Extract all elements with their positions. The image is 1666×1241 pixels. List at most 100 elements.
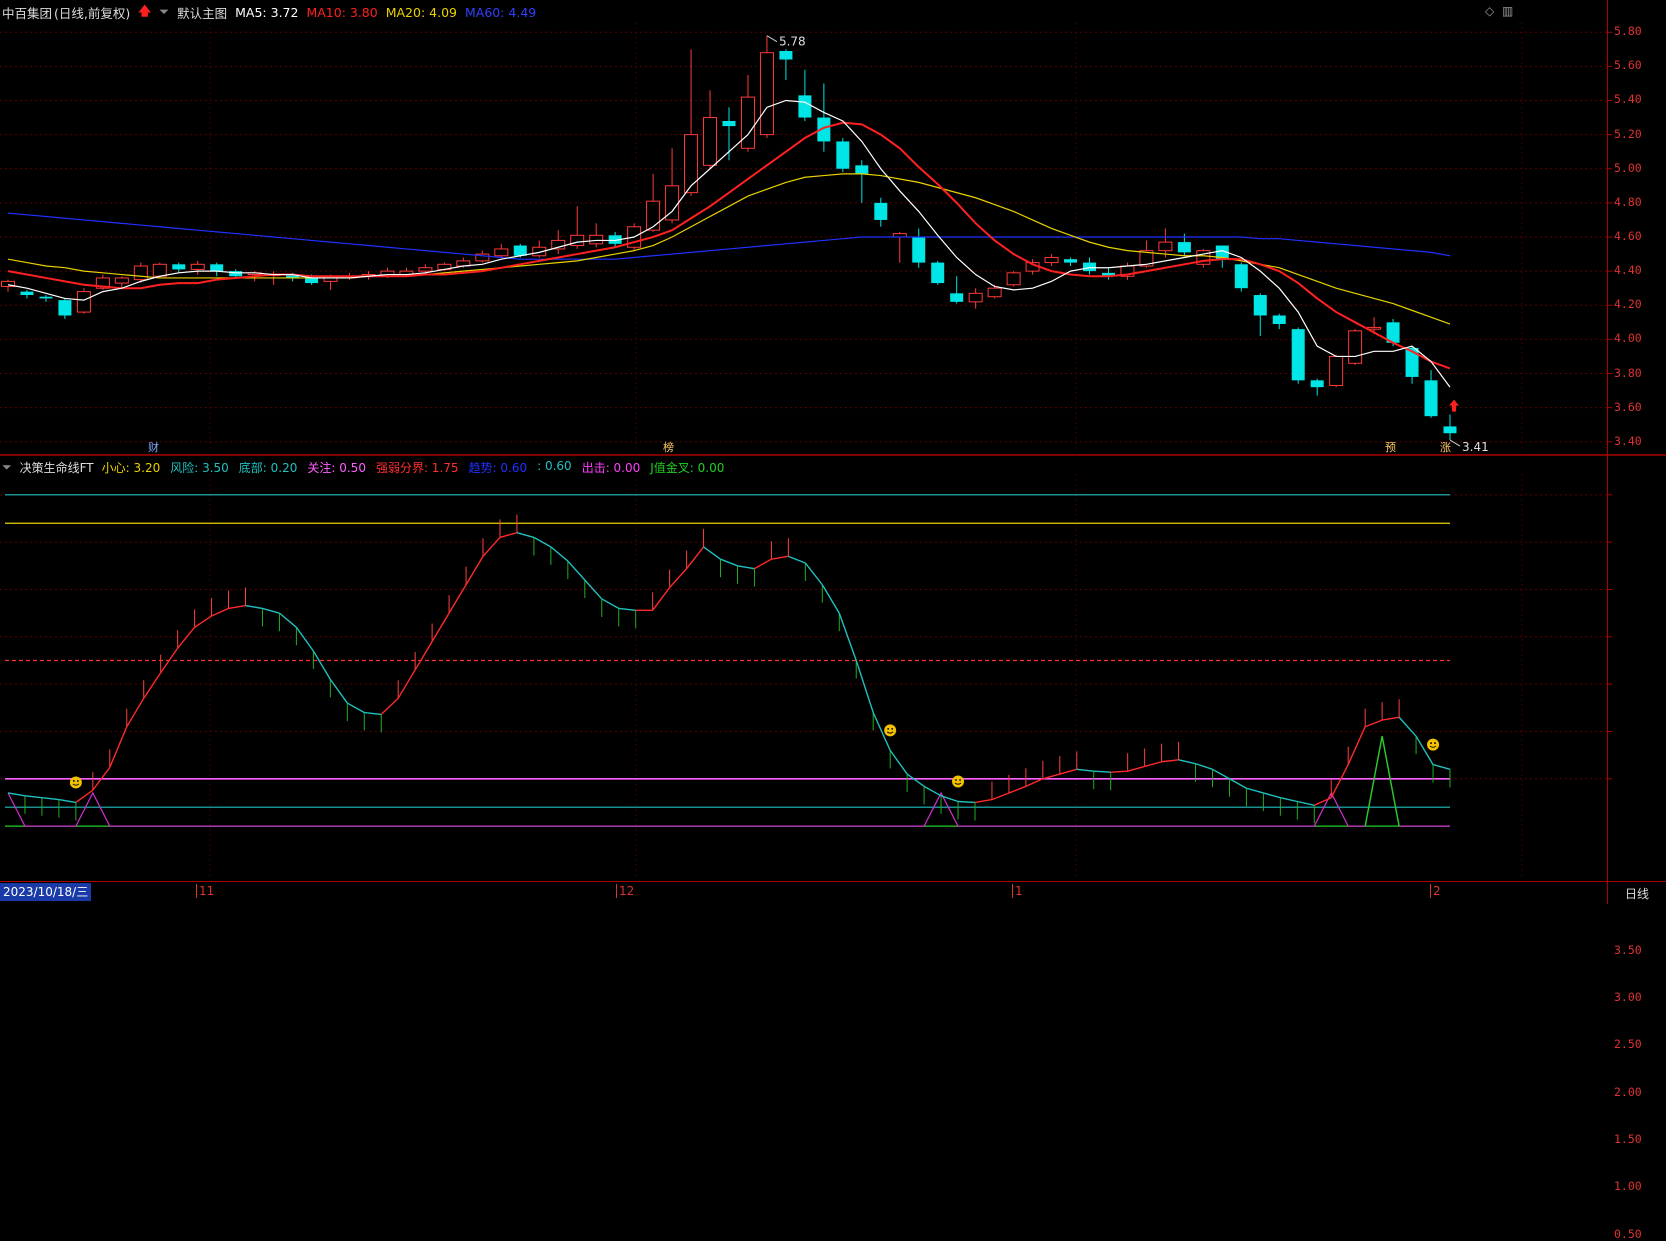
lifeline-segment bbox=[75, 789, 94, 804]
lifeline-segment bbox=[245, 604, 263, 610]
candle-body-down bbox=[1424, 380, 1438, 417]
candle-body-up bbox=[968, 292, 983, 303]
candle-body-down bbox=[1234, 264, 1248, 289]
main-chart-panel[interactable]: 中百集团 (日线,前复权) 🡅 ⏷ 默认主图 MA5: 3.72 MA10: 3… bbox=[0, 0, 1666, 456]
indicator-tick-label: 1.50 bbox=[1614, 1132, 1642, 1147]
lifeline-segment bbox=[669, 568, 688, 589]
candle-body-down bbox=[58, 300, 72, 316]
candlestick-chart: 5.78 3.41 bbox=[0, 22, 1666, 456]
candle-body-up bbox=[1348, 330, 1363, 364]
candle-body-down bbox=[1272, 315, 1286, 325]
candle-body-down bbox=[39, 296, 53, 299]
lifeline-segment bbox=[109, 726, 128, 768]
candle-body-up bbox=[570, 234, 585, 247]
lifeline-segment bbox=[1382, 716, 1400, 721]
smiley-face bbox=[884, 724, 897, 737]
candle-body-down bbox=[855, 165, 869, 174]
candle-body-up bbox=[418, 267, 433, 272]
candle-body-down bbox=[874, 202, 888, 220]
indicator-tick-label: 2.50 bbox=[1614, 1037, 1642, 1052]
lifeline-segment bbox=[1127, 765, 1145, 772]
lifeline-segment bbox=[1364, 719, 1383, 728]
period-button[interactable]: 日线 bbox=[1607, 882, 1666, 904]
candle-body-up bbox=[494, 248, 509, 257]
lifeline-segment bbox=[7, 792, 26, 797]
lifeline-segment bbox=[1093, 770, 1111, 773]
smiley-eye bbox=[891, 727, 894, 730]
lifeline-segment bbox=[1229, 778, 1247, 789]
candle-body-down bbox=[20, 291, 34, 296]
smiley-eye bbox=[76, 780, 79, 782]
lifeline-segment bbox=[58, 798, 76, 804]
lifeline-segment bbox=[754, 558, 772, 570]
indicator-chart bbox=[0, 474, 1612, 878]
lifeline-segment bbox=[618, 607, 636, 611]
lifeline-segment bbox=[957, 800, 976, 804]
candle-body-up bbox=[1367, 326, 1382, 330]
candle-body-down bbox=[1253, 295, 1267, 316]
lifeline-segment bbox=[24, 795, 43, 799]
lifeline-segment bbox=[143, 672, 162, 699]
price-tick-label: 5.60 bbox=[1614, 58, 1642, 73]
price-tick-label: 3.40 bbox=[1614, 433, 1642, 448]
lifeline-segment bbox=[1347, 726, 1366, 765]
candle-body-up bbox=[1006, 272, 1021, 286]
lifeline-segment bbox=[686, 546, 705, 570]
candle-body-up bbox=[1044, 256, 1059, 264]
smiley-eye bbox=[887, 727, 890, 730]
price-tick-label: 3.80 bbox=[1614, 365, 1642, 380]
candle-body-down bbox=[305, 277, 319, 284]
high-marker-label: 5.78 bbox=[779, 35, 806, 49]
candle-body-down bbox=[1177, 242, 1191, 253]
indicator-tick-label: 2.00 bbox=[1614, 1084, 1642, 1099]
low-marker-line bbox=[1449, 439, 1461, 447]
candle-body-up bbox=[190, 263, 205, 270]
lifeline-segment bbox=[1212, 768, 1230, 780]
candle-body-up bbox=[1329, 355, 1344, 386]
lifeline-segment bbox=[601, 598, 620, 610]
indicator-panel[interactable]: ⏷ 决策生命线FT 小心: 3.20 风险: 3.50 底部: 0.20 关注: 0.… bbox=[0, 456, 1666, 1241]
low-marker-label: 3.41 bbox=[1462, 440, 1489, 454]
lifeline-segment bbox=[855, 660, 874, 713]
lifeline-segment bbox=[177, 626, 196, 649]
lifeline-segment bbox=[550, 546, 569, 562]
price-tick-label: 5.80 bbox=[1614, 24, 1642, 39]
lifeline-segment bbox=[923, 785, 942, 797]
lifeline-segment bbox=[771, 555, 789, 560]
event-tag[interactable]: 榜 bbox=[663, 441, 674, 455]
event-tag[interactable]: 财 bbox=[148, 441, 159, 455]
lifeline-segment bbox=[380, 697, 399, 715]
lifeline-segment bbox=[1263, 792, 1281, 799]
smiley-eye bbox=[1434, 742, 1436, 744]
j-cross-spike bbox=[1364, 736, 1400, 827]
candle-body-down bbox=[513, 245, 527, 256]
candle-body-up bbox=[133, 265, 148, 281]
month-label: 12 bbox=[616, 884, 634, 898]
candle-body-down bbox=[722, 120, 736, 127]
lifeline-segment bbox=[278, 612, 297, 628]
price-tick-label: 5.40 bbox=[1614, 92, 1642, 107]
candle-body-up bbox=[152, 263, 167, 277]
candle-body-down bbox=[950, 293, 964, 302]
indicator-tick-label: 1.00 bbox=[1614, 1179, 1642, 1194]
candle-body-up bbox=[114, 277, 129, 284]
lifeline-segment bbox=[482, 536, 501, 557]
lifeline-segment bbox=[194, 615, 212, 628]
lifeline-segment bbox=[228, 604, 246, 610]
event-tag[interactable]: 预 bbox=[1385, 441, 1396, 455]
candle-body-down bbox=[931, 262, 945, 284]
month-label: 2 bbox=[1430, 884, 1441, 898]
month-label: 11 bbox=[196, 884, 214, 898]
lifeline-segment bbox=[1144, 761, 1162, 768]
candle-body-up bbox=[1158, 241, 1173, 252]
lifeline-segment bbox=[788, 555, 806, 564]
candle-body-down bbox=[1443, 426, 1457, 434]
smiley-face bbox=[952, 775, 965, 788]
lifeline-segment bbox=[516, 532, 535, 539]
candle-body-up bbox=[684, 134, 699, 194]
smiley-icon bbox=[952, 775, 965, 788]
smiley-icon bbox=[884, 724, 897, 737]
price-tick-label: 4.40 bbox=[1614, 263, 1642, 278]
event-tag[interactable]: 涨 bbox=[1440, 441, 1451, 455]
price-tick-label: 4.20 bbox=[1614, 297, 1642, 312]
